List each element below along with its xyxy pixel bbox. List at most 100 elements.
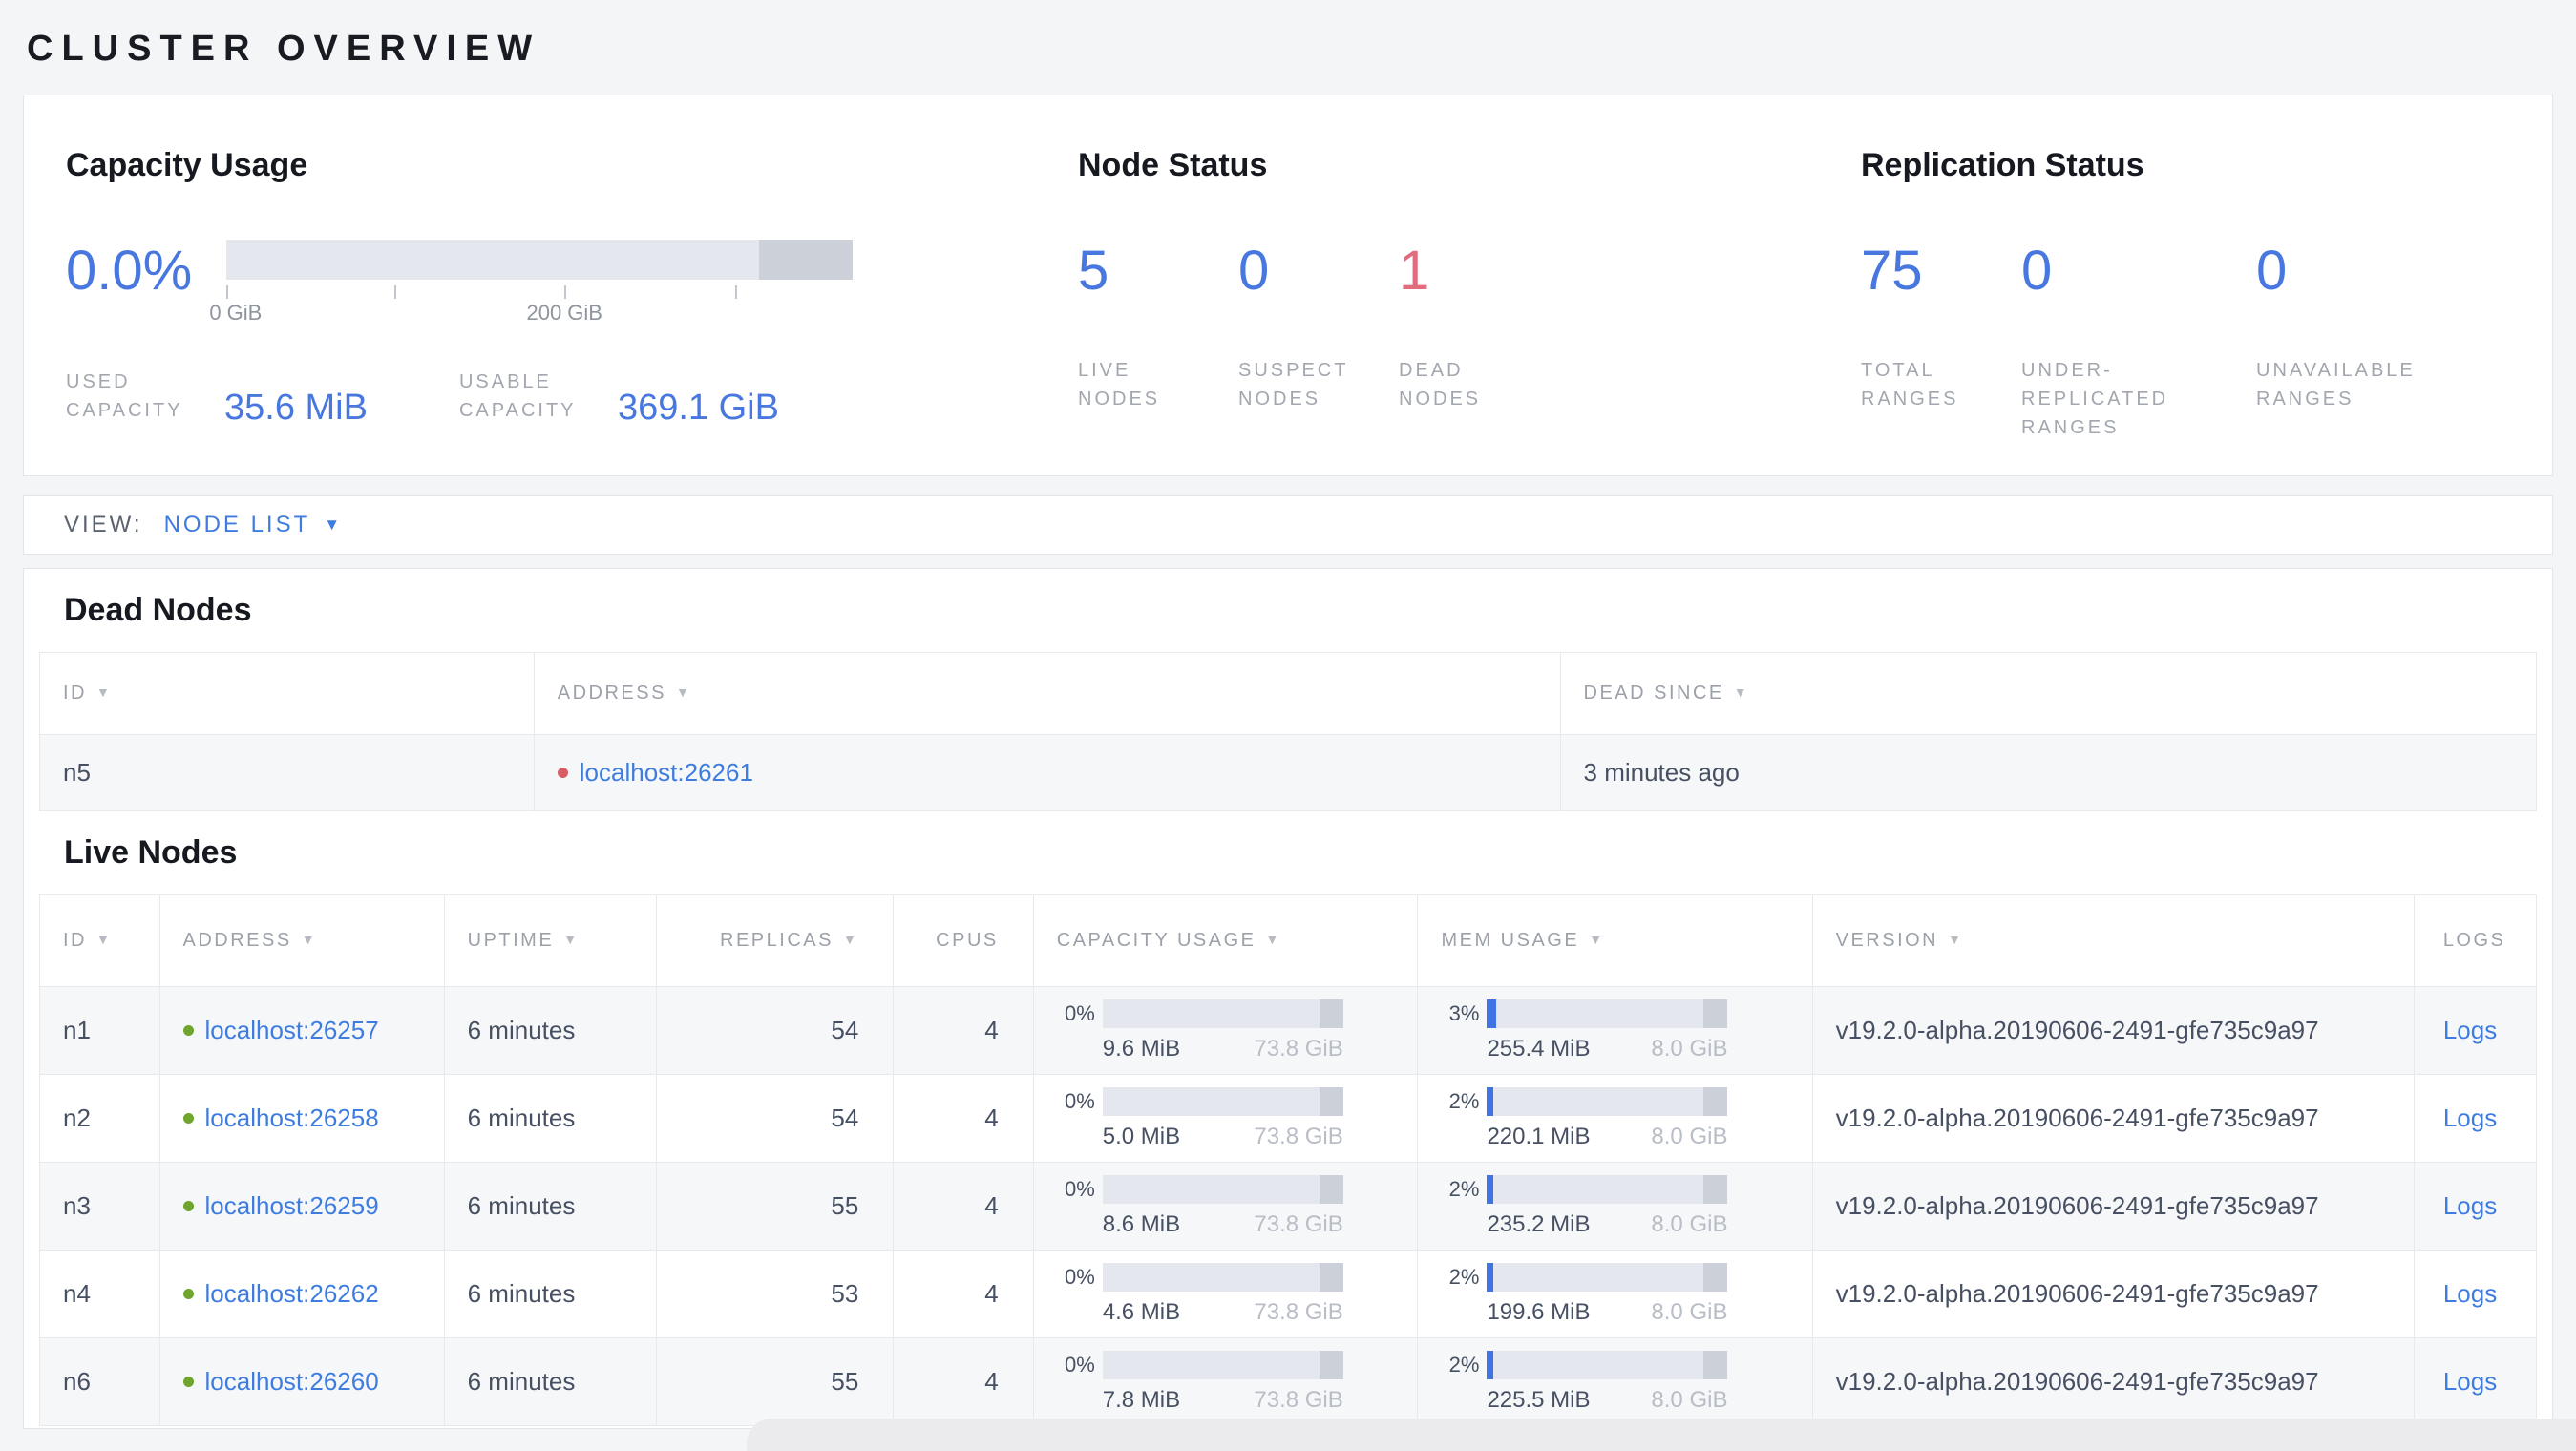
mem-total: 8.0 GiB [1651,1210,1728,1237]
node-address-link[interactable]: localhost:26261 [580,758,753,788]
capacity-mini-bar [1102,999,1343,1028]
mem-mini-bar [1487,1350,1728,1379]
dead-nodes-count: 1 [1399,240,1430,302]
live-col-mem-usage[interactable]: MEM USAGE ▼ [1417,894,1813,987]
capacity-pct: 0% [1064,1264,1095,1289]
sort-desc-icon[interactable]: ▼ [563,932,579,947]
sort-desc-icon[interactable]: ▼ [843,932,858,947]
offscreen-element-edge [747,1419,2576,1451]
sort-desc-icon[interactable]: ▼ [1589,932,1604,947]
table-row: n1 localhost:26257 6 minutes 54 4 0% 9.6… [39,986,2538,1075]
live-status-dot-icon [182,1113,194,1124]
column-label: VERSION [1835,930,1939,951]
capacity-total: 73.8 GiB [1254,1210,1343,1237]
mem-total: 8.0 GiB [1651,1386,1728,1413]
live-nodes-label: LIVE NODES [1078,360,1161,410]
suspect-nodes-stat: 0 SUSPECT NODES [1238,240,1399,413]
node-address-link[interactable]: localhost:26259 [205,1191,379,1221]
replicas-cell: 53 [655,1250,895,1338]
capacity-usage-cell: 0% 7.8 MiB 73.8 GiB [1032,1337,1419,1426]
sort-desc-icon[interactable]: ▼ [676,684,691,700]
sort-desc-icon[interactable]: ▼ [1948,932,1963,947]
unavailable-ranges-label: UNAVAILABLE RANGES [2256,360,2416,410]
mem-mini-bar [1487,1262,1728,1292]
dead-col-dead-since[interactable]: DEAD SINCE ▼ [1559,652,2538,735]
dead-nodes-header-row: ID ▼ ADDRESS ▼ DEAD SINCE ▼ [39,652,2538,735]
node-address-cell: localhost:26258 [158,1074,445,1163]
node-address-link[interactable]: localhost:26262 [205,1279,379,1309]
capacity-used: 5.0 MiB [1102,1123,1181,1149]
capacity-bar-chart: 0 GiB 200 GiB [209,240,853,329]
capacity-total: 73.8 GiB [1254,1298,1343,1325]
mem-used: 199.6 MiB [1487,1298,1591,1325]
total-ranges-count: 75 [1861,240,1923,302]
uptime-cell: 6 minutes [443,1337,657,1426]
version-cell: v19.2.0-alpha.20190606-2491-gfe735c9a97 [1811,1162,2415,1251]
view-dropdown-value[interactable]: NODE LIST [164,512,311,538]
mem-usage-cell: 2% 225.5 MiB 8.0 GiB [1417,1337,1813,1426]
view-dropdown[interactable]: NODE LIST ▼ [164,512,341,538]
capacity-axis-labels: 0 GiB 200 GiB [209,301,853,329]
dead-nodes-table: ID ▼ ADDRESS ▼ DEAD SINCE ▼ n5 localhost:26… [39,652,2538,811]
suspect-nodes-count: 0 [1238,240,1270,302]
column-label: MEM USAGE [1441,930,1580,951]
axis-tick-label: 200 GiB [526,301,602,325]
node-address-link[interactable]: localhost:26257 [205,1016,379,1045]
chevron-down-icon[interactable]: ▼ [324,515,340,535]
node-address-link[interactable]: localhost:26258 [205,1104,379,1133]
capacity-pct: 0% [1064,1088,1095,1113]
column-label: CAPACITY USAGE [1056,930,1256,951]
table-row: n4 localhost:26262 6 minutes 53 4 0% 4.6… [39,1250,2538,1338]
node-address-cell: localhost:26261 [533,734,1561,811]
dead-col-address[interactable]: ADDRESS ▼ [533,652,1561,735]
live-col-address[interactable]: ADDRESS ▼ [158,894,445,987]
logs-cell: Logs [2413,1074,2538,1163]
logs-link[interactable]: Logs [2443,1016,2497,1044]
capacity-usage-cell: 0% 9.6 MiB 73.8 GiB [1032,986,1419,1075]
capacity-pct: 0% [1064,1352,1095,1377]
logs-link[interactable]: Logs [2443,1367,2497,1396]
sort-desc-icon[interactable]: ▼ [1734,684,1749,700]
dead-col-id[interactable]: ID ▼ [39,652,535,735]
live-col-capacity-usage[interactable]: CAPACITY USAGE ▼ [1032,894,1419,987]
node-address-cell: localhost:26259 [158,1162,445,1251]
capacity-used: 7.8 MiB [1102,1386,1181,1413]
capacity-usage-panel: Capacity Usage 0.0% 0 GiB 200 GiB USED C… [66,147,1078,475]
column-label: ID [63,683,87,704]
replicas-cell: 55 [655,1337,895,1426]
live-col-uptime[interactable]: UPTIME ▼ [443,894,657,987]
sort-desc-icon[interactable]: ▼ [96,684,112,700]
version-cell: v19.2.0-alpha.20190606-2491-gfe735c9a97 [1811,1250,2415,1338]
capacity-total: 73.8 GiB [1254,1123,1343,1149]
unavailable-ranges-stat: 0 UNAVAILABLE RANGES [2256,240,2466,442]
logs-link[interactable]: Logs [2443,1191,2497,1220]
logs-link[interactable]: Logs [2443,1279,2497,1308]
sort-desc-icon[interactable]: ▼ [302,932,317,947]
node-address-link[interactable]: localhost:26260 [205,1367,379,1397]
capacity-axis-ticks [226,280,853,301]
mem-pct: 2% [1448,1088,1480,1113]
live-col-id[interactable]: ID ▼ [39,894,160,987]
logs-link[interactable]: Logs [2443,1104,2497,1132]
capacity-pct: 0% [1064,1176,1095,1201]
version-cell: v19.2.0-alpha.20190606-2491-gfe735c9a97 [1811,1074,2415,1163]
uptime-cell: 6 minutes [443,1074,657,1163]
live-col-version[interactable]: VERSION ▼ [1811,894,2415,987]
axis-tick [226,285,228,299]
replicas-cell: 54 [655,1074,895,1163]
table-row: n3 localhost:26259 6 minutes 55 4 0% 8.6… [39,1162,2538,1251]
capacity-pct: 0% [1064,1000,1095,1025]
capacity-usage-gauge: 0.0% 0 GiB 200 GiB [66,240,1078,329]
sort-desc-icon[interactable]: ▼ [1266,932,1281,947]
mem-usage-cell: 2% 199.6 MiB 8.0 GiB [1417,1250,1813,1338]
capacity-used: 9.6 MiB [1102,1035,1181,1062]
column-label: DEAD SINCE [1583,683,1724,704]
replicas-cell: 55 [655,1162,895,1251]
sort-desc-icon[interactable]: ▼ [96,932,112,947]
capacity-usage-title: Capacity Usage [66,147,308,183]
live-col-replicas[interactable]: REPLICAS ▼ [655,894,895,987]
replication-status-title: Replication Status [1861,147,2144,183]
mem-usage-cell: 2% 235.2 MiB 8.0 GiB [1417,1162,1813,1251]
column-label: REPLICAS [720,930,834,951]
mem-usage-cell: 2% 220.1 MiB 8.0 GiB [1417,1074,1813,1163]
